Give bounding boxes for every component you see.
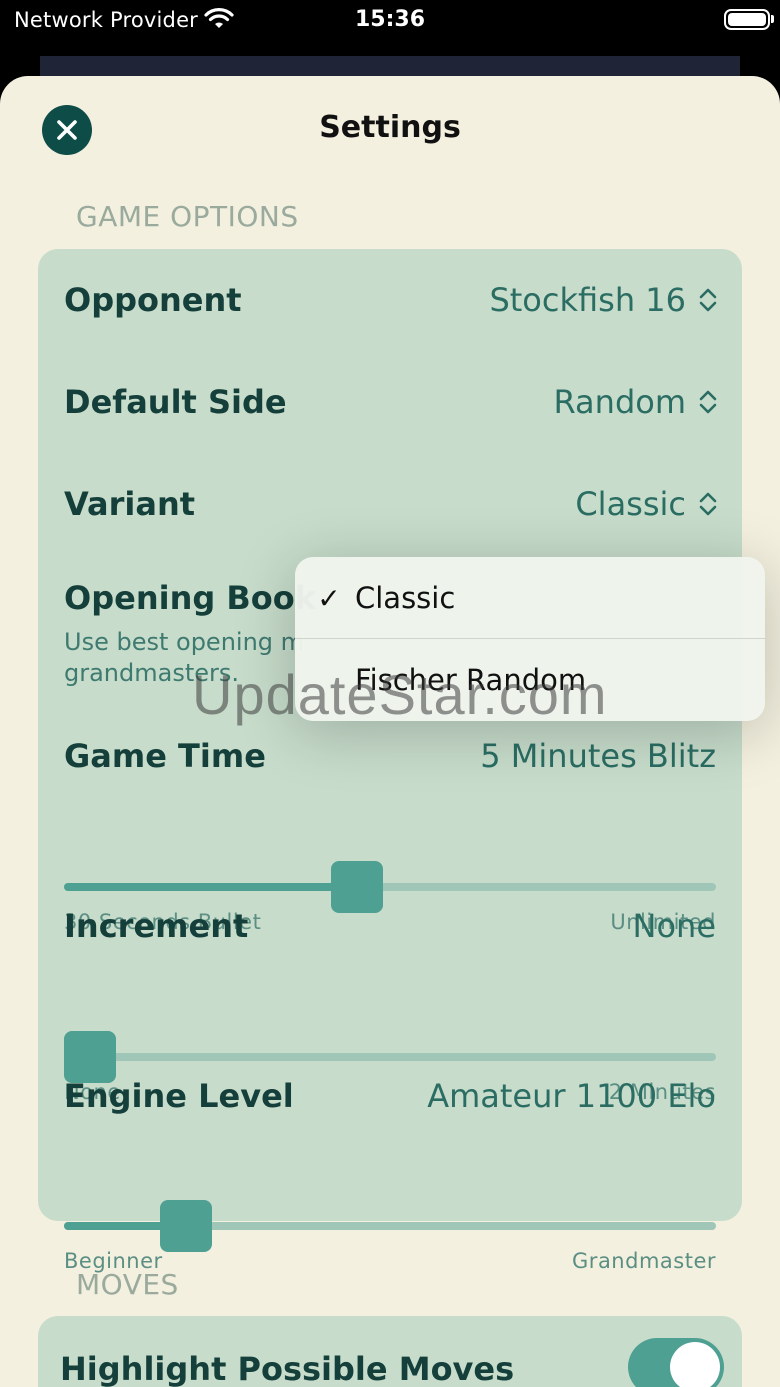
chevron-up-down-icon [699, 288, 717, 312]
increment-slider-thumb[interactable] [64, 1031, 116, 1083]
game-time-value: 5 Minutes Blitz [480, 737, 716, 775]
section-header-moves: MOVES [76, 1268, 179, 1301]
opening-book-description-line1: Use best opening m [64, 628, 305, 656]
checkmark-icon: ✓ [317, 581, 341, 615]
variant-picker[interactable]: Classic [575, 485, 718, 523]
variant-label: Variant [64, 485, 196, 523]
opponent-picker[interactable]: Stockfish 16 [489, 281, 718, 319]
engine-level-label: Engine Level [64, 1077, 294, 1115]
page-title: Settings [319, 110, 461, 145]
watermark-text: UpdateStar.com [192, 663, 608, 726]
battery-cap [771, 15, 774, 23]
increment-slider[interactable] [64, 1031, 716, 1083]
opponent-value: Stockfish 16 [489, 281, 686, 319]
highlight-moves-label: Highlight Possible Moves [60, 1350, 515, 1387]
toggle-knob [670, 1342, 720, 1387]
settings-sheet: Settings GAME OPTIONS Opponent Stockfish… [0, 76, 780, 1387]
increment-label: Increment [64, 907, 249, 945]
menu-item-classic[interactable]: ✓ Classic [295, 557, 765, 639]
game-options-card: Opponent Stockfish 16 Default Side Rando… [38, 249, 742, 1273]
menu-item-label: Classic [355, 581, 456, 615]
chevron-up-down-icon [699, 390, 717, 414]
increment-value: None [632, 907, 716, 945]
status-time: 15:36 [354, 7, 426, 32]
game-time-slider-fill [64, 883, 357, 891]
opening-book-label: Opening Book [64, 579, 317, 617]
opponent-label: Opponent [64, 281, 242, 319]
default-side-value: Random [553, 383, 686, 421]
variant-value: Classic [575, 485, 686, 523]
battery-icon [724, 9, 770, 30]
game-time-label: Game Time [64, 737, 266, 775]
game-time-slider[interactable] [64, 861, 716, 913]
default-side-picker[interactable]: Random [554, 383, 718, 421]
engine-level-max-label: Grandmaster [572, 1249, 716, 1273]
engine-level-slider-thumb[interactable] [160, 1200, 212, 1252]
highlight-moves-toggle[interactable] [628, 1338, 724, 1387]
section-header-game-options: GAME OPTIONS [76, 200, 299, 233]
engine-level-slider[interactable] [64, 1200, 716, 1252]
moves-card: Highlight Possible Moves [38, 1316, 742, 1387]
engine-level-value: Amateur 1100 Elo [427, 1077, 716, 1115]
default-side-label: Default Side [64, 383, 287, 421]
chevron-up-down-icon [699, 492, 717, 516]
game-time-slider-thumb[interactable] [331, 861, 383, 913]
